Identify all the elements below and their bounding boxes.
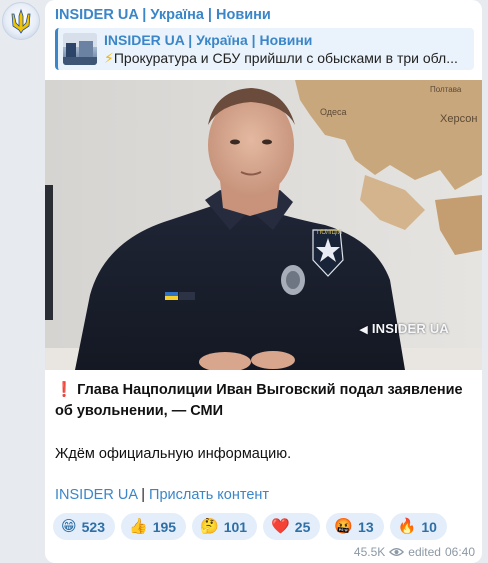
grin-emoji-icon: 😁 <box>61 518 77 535</box>
telegram-icon: ◀ <box>359 324 368 336</box>
edited-label: edited <box>408 545 441 559</box>
message-bubble: INSIDER UA | Україна | Новини INSIDER UA… <box>45 0 482 563</box>
heart-icon: ❤️ <box>271 518 290 535</box>
thumbs-up-icon: 👍 <box>129 518 148 535</box>
reaction-count: 10 <box>421 518 437 535</box>
reply-thumbnail <box>63 33 97 65</box>
reactions-bar: 😁 523 👍 195 🤔 101 ❤️ 25 🤬 13 🔥 10 <box>53 513 447 541</box>
thinking-emoji-icon: 🤔 <box>200 518 219 535</box>
caption-headline: ❗ Глава Нацполиции Иван Выговский подал … <box>55 380 473 422</box>
channel-avatar[interactable] <box>2 2 40 40</box>
footer-links: INSIDER UA | Прислать контент <box>55 487 269 503</box>
reaction-thinking[interactable]: 🤔 101 <box>192 513 258 540</box>
reaction-thumbs-up[interactable]: 👍 195 <box>121 513 187 540</box>
message-photo[interactable]: Одеса Херсон Полтава ПОЛІЦІЯ ◀ INSIDER U… <box>45 80 482 370</box>
map-label-kherson: Херсон <box>440 113 477 125</box>
link-insider-ua[interactable]: INSIDER UA <box>55 487 137 503</box>
reaction-fire[interactable]: 🔥 10 <box>389 513 447 540</box>
reaction-count: 101 <box>223 518 248 535</box>
reaction-heart[interactable]: ❤️ 25 <box>263 513 321 540</box>
exclamation-icon: ❗ <box>55 382 74 398</box>
headline-text: Глава Нацполиции Иван Выговский подал за… <box>55 382 463 419</box>
reaction-count: 25 <box>294 518 311 535</box>
sender-name[interactable]: INSIDER UA | Україна | Новини <box>55 7 271 23</box>
map-label-odesa: Одеса <box>320 107 347 117</box>
caption-body: Ждём официальную информацию. <box>55 446 292 462</box>
fire-icon: 🔥 <box>397 518 417 535</box>
reaction-angry[interactable]: 🤬 13 <box>326 513 384 540</box>
reaction-count: 13 <box>358 518 374 535</box>
message-time: 06:40 <box>444 545 475 559</box>
message-meta: 45.5K edited 06:40 <box>354 545 475 559</box>
eye-icon <box>389 548 405 556</box>
reaction-count: 195 <box>152 518 177 535</box>
bolt-icon: ⚡ <box>104 50 114 66</box>
link-separator: | <box>141 487 145 503</box>
watermark-text: INSIDER UA <box>371 321 449 336</box>
angry-emoji-icon: 🤬 <box>334 518 354 535</box>
view-count: 45.5K <box>353 545 386 559</box>
trident-icon <box>11 8 31 34</box>
reply-text-content: Прокуратура и СБУ прийшли с обысками в т… <box>113 50 458 66</box>
map-label-poltava: Полтава <box>430 85 462 94</box>
patch-label: ПОЛІЦІЯ <box>317 230 342 236</box>
reply-preview[interactable]: INSIDER UA | Україна | Новини ⚡Прокурату… <box>55 28 474 70</box>
reply-text: ⚡Прокуратура и СБУ прийшли с обысками в … <box>104 50 474 67</box>
photo-watermark: ◀ INSIDER UA <box>359 321 449 336</box>
link-send-content[interactable]: Прислать контент <box>149 487 269 503</box>
reaction-grin[interactable]: 😁 523 <box>53 513 115 540</box>
message-caption: ❗ Глава Нацполиции Иван Выговский подал … <box>55 380 473 465</box>
reaction-count: 523 <box>81 518 105 535</box>
reply-title: INSIDER UA | Україна | Новини <box>104 32 313 48</box>
